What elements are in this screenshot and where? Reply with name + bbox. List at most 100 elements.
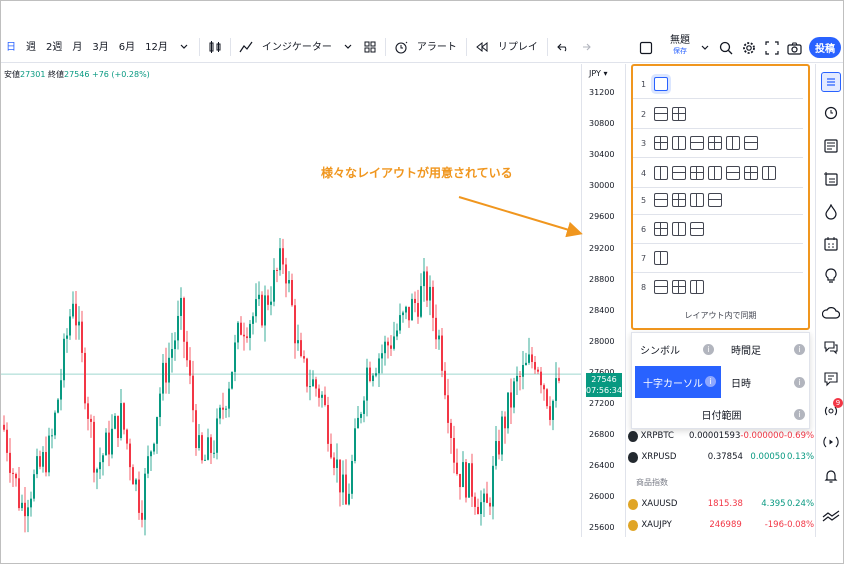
watchlist-row[interactable]: XAUJPY 246989 -196 -0.08% [628,515,814,535]
layout-option-icon[interactable] [672,280,686,294]
undo-icon[interactable] [552,36,574,58]
watchlist-row[interactable]: XAUUSD 1815.38 4.395 0.24% [628,494,814,514]
broadcast-icon[interactable] [821,432,841,452]
chat-icon[interactable] [821,337,841,357]
watchlist-row[interactable]: XRPBTC 0.00001593 -0.000000 -0.69% [628,426,814,446]
layout-option-icon[interactable] [690,136,704,150]
layout-option-icon[interactable] [744,136,758,150]
layout-option-icon[interactable] [708,136,722,150]
indicators-dropdown-icon[interactable] [337,36,359,58]
news-icon[interactable] [821,136,841,156]
interval-month[interactable]: 月 [67,32,87,63]
info-icon[interactable]: i [794,409,805,420]
layout-option-icon[interactable] [690,222,704,236]
camera-icon[interactable] [783,37,805,59]
search-icon[interactable] [715,37,737,59]
layout-option-icon[interactable] [672,166,686,180]
watchlist-percent: 0.24% [787,499,815,509]
layout-option-icon[interactable] [690,280,704,294]
interval-12month[interactable]: 12月 [140,32,173,63]
candle-body [306,358,308,387]
candle-body [546,389,548,407]
gear-icon[interactable] [738,37,760,59]
candle-body [495,441,497,466]
layout-option-icon[interactable] [672,193,686,207]
indicators-button[interactable]: インジケーター [235,32,359,63]
layout-option-icon[interactable] [708,193,722,207]
layout-option-icon[interactable] [654,77,668,91]
layout-row-2: 2 [641,104,686,124]
layout-option-icon[interactable] [654,107,668,121]
interval-3month[interactable]: 3月 [87,32,113,63]
layout-row-divider [633,98,803,99]
candle-body [168,357,170,383]
calendar-icon[interactable] [821,234,841,254]
interval-2week[interactable]: 2週 [41,32,67,63]
layout-option-icon[interactable] [708,166,722,180]
interval-week[interactable]: 週 [21,32,41,63]
currency-label: JPY [589,69,601,78]
interval-day[interactable]: 日 [1,32,21,63]
alarm-clock-icon[interactable] [821,102,841,122]
chart-lines-icon[interactable] [821,506,841,526]
candlestick-type-icon[interactable] [204,36,226,58]
replay-button[interactable]: リプレイ [471,32,543,63]
info-icon[interactable]: i [705,376,716,387]
flame-icon[interactable] [821,202,841,222]
fullscreen-icon[interactable] [761,37,783,59]
layout-option-icon[interactable] [654,222,668,236]
layout-option-icon[interactable] [672,136,686,150]
sync-interval-label: 時間足 [731,345,761,357]
candle-body [48,435,50,473]
candle-body [294,305,296,344]
candle-body [264,295,266,326]
watchlist-icon[interactable] [821,72,841,92]
message-icon[interactable] [821,369,841,389]
candle-body [219,407,221,419]
info-icon[interactable]: i [794,377,805,388]
add-list-icon[interactable] [821,169,841,189]
layout-picker-popup: 1 2 3 4 5 6 7 8 レイアウト内で同期 [631,64,810,330]
layout-select-icon[interactable] [635,37,657,59]
layout-option-icon[interactable] [654,136,668,150]
layout-option-icon[interactable] [654,193,668,207]
axis-currency-selector[interactable]: JPY ▾ [589,69,607,78]
ideas-cloud-icon[interactable] [821,304,841,324]
templates-grid-icon[interactable] [359,36,381,58]
candlestick-chart[interactable] [1,64,587,537]
chart-pane[interactable] [1,64,587,537]
sync-crosshair-option[interactable]: 十字カーソル i [635,366,721,398]
candle-body [24,502,26,517]
candle-body [231,371,233,389]
lightbulb-icon[interactable] [821,266,841,286]
layout-name-dropdown-icon[interactable] [694,37,716,59]
layout-option-icon[interactable] [654,166,668,180]
candle-body [426,271,428,301]
layout-option-icon[interactable] [744,166,758,180]
layout-option-icon[interactable] [672,107,686,121]
layout-name-button[interactable]: 無題 保存 [666,35,694,57]
publish-button[interactable]: 投稿 [809,37,841,58]
alert-button[interactable]: アラート [390,32,462,63]
layout-option-icon[interactable] [690,193,704,207]
candle-body [429,286,431,301]
layout-option-icon[interactable] [654,280,668,294]
layout-option-icon[interactable] [762,166,776,180]
sync-date-range-option[interactable]: 日付範囲 [632,400,811,428]
candle-body [252,316,254,324]
redo-icon[interactable] [574,36,596,58]
interval-6month[interactable]: 6月 [114,32,140,63]
layout-option-icon[interactable] [672,222,686,236]
watchlist-row[interactable]: XRPUSD 0.37854 0.00050 0.13% [628,447,814,467]
layout-option-icon[interactable] [726,136,740,150]
layout-option-icon[interactable] [690,166,704,180]
info-icon[interactable]: i [794,344,805,355]
interval-dropdown-icon[interactable] [173,36,195,58]
interval-group: 日 週 2週 月 3月 6月 12月 [1,32,195,63]
bell-icon[interactable] [821,466,841,486]
price-axis[interactable]: 31200 30800 30400 30000 29600 29200 28800 28400… [581,64,625,537]
streams-icon[interactable]: 9 [821,398,843,421]
layout-option-icon[interactable] [654,251,668,265]
layout-option-icon[interactable] [726,166,740,180]
info-icon[interactable]: i [703,344,714,355]
